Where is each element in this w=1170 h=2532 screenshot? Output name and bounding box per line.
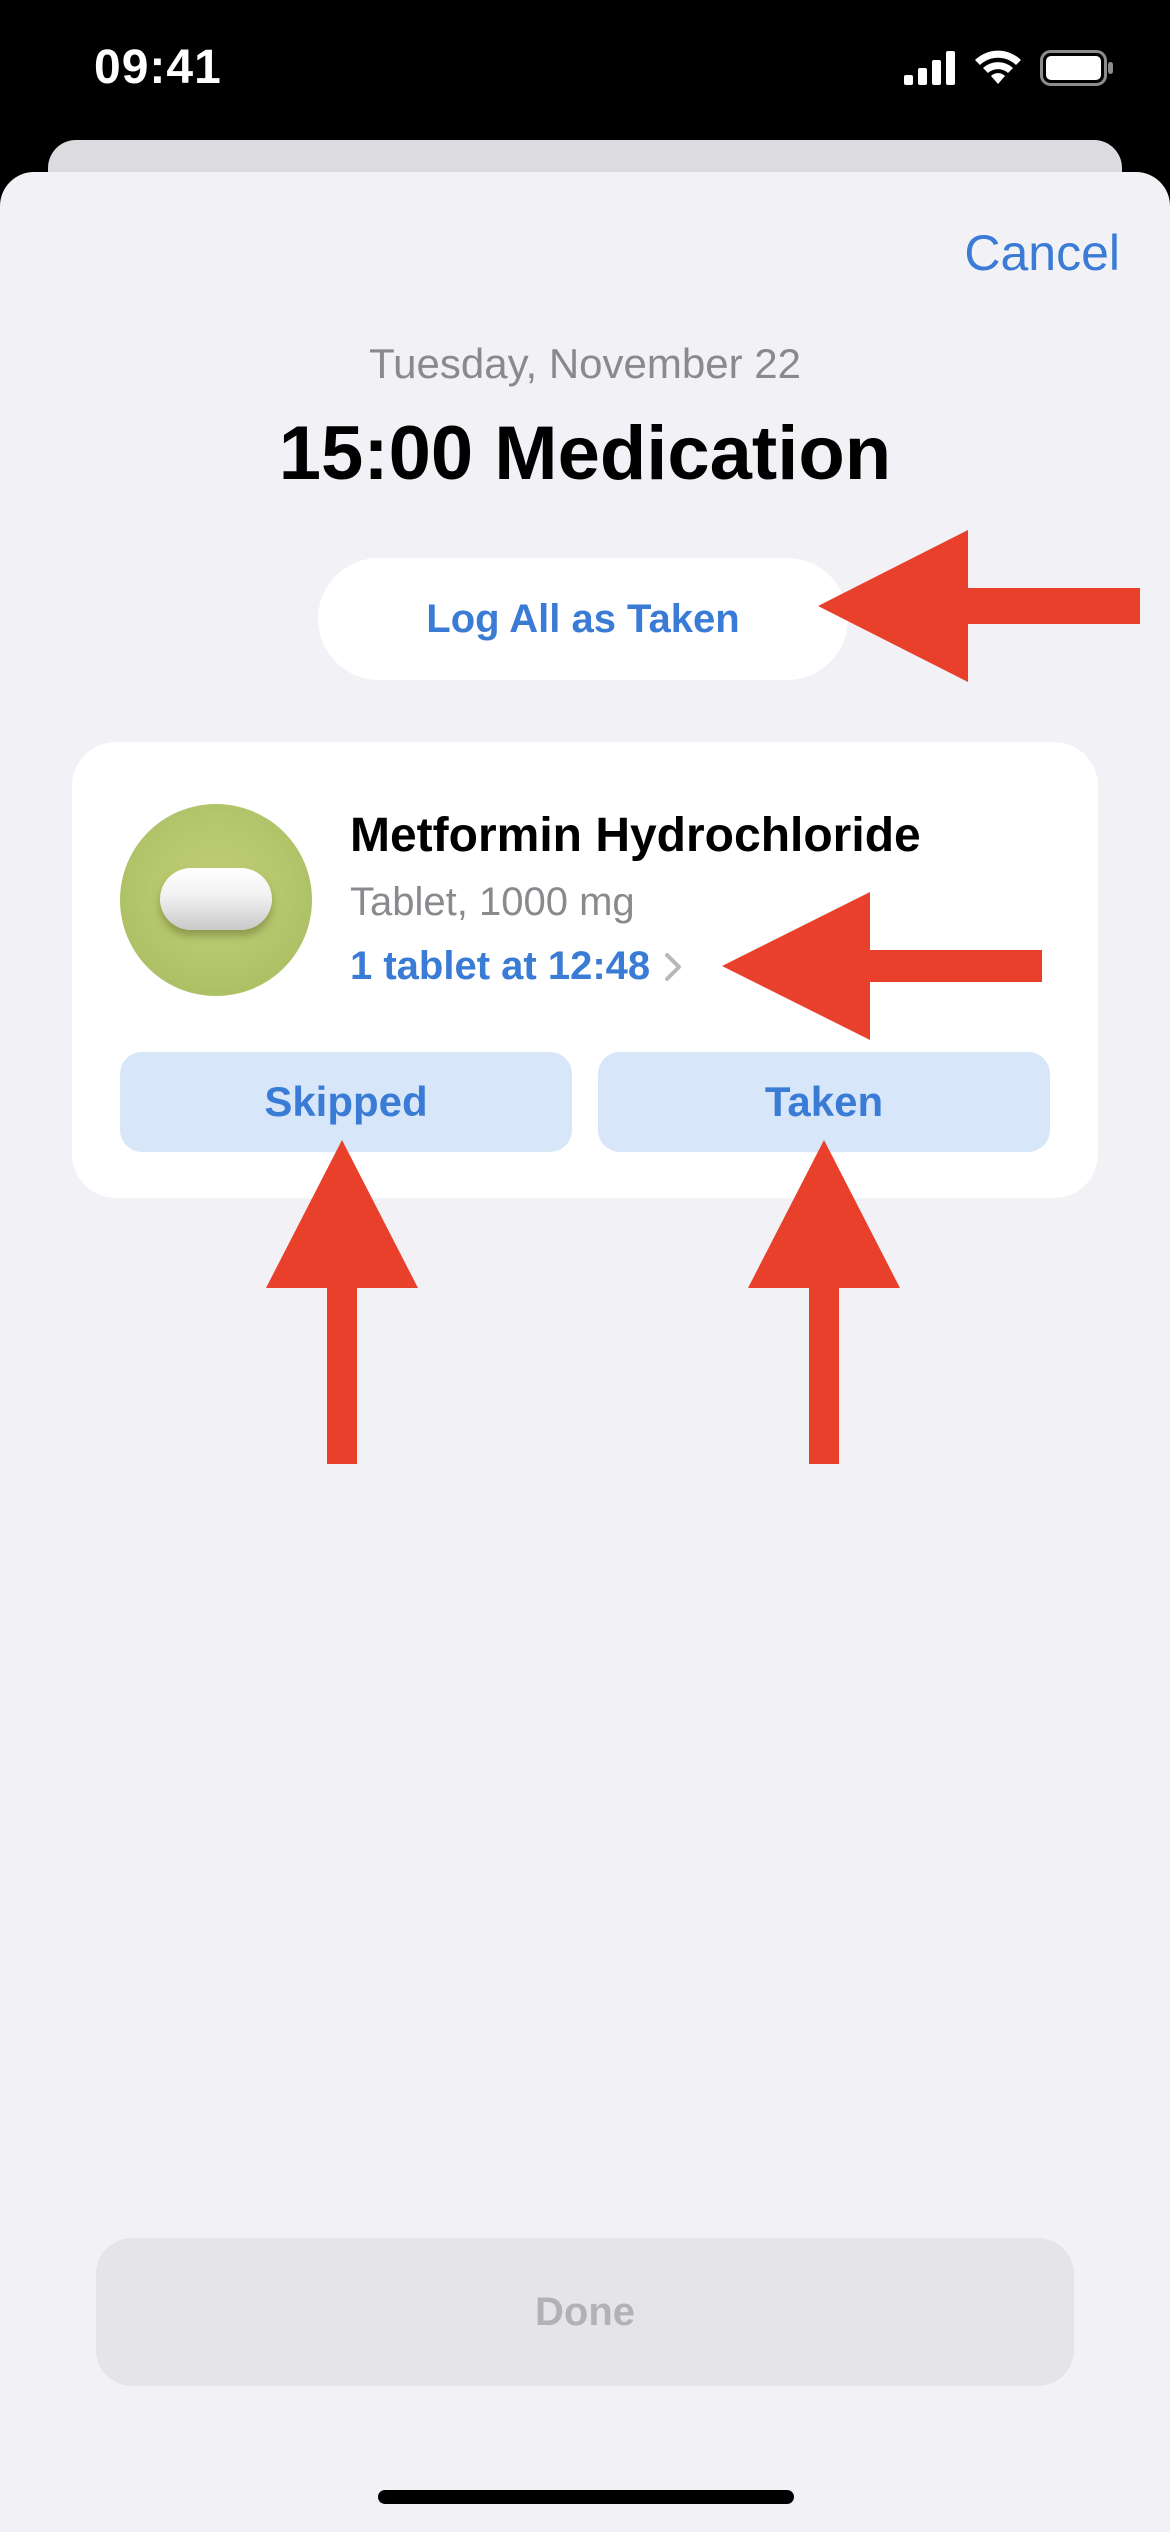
log-all-taken-button[interactable]: Log All as Taken — [318, 558, 848, 680]
chevron-right-icon — [664, 952, 682, 982]
battery-icon — [1040, 50, 1113, 86]
annotation-arrow-log-all — [818, 530, 1140, 682]
dose-time-link[interactable]: 1 tablet at 12:48 — [350, 944, 682, 989]
annotation-arrow-dose — [722, 892, 1042, 1040]
page-title: 15:00 Medication — [278, 411, 892, 496]
skipped-button[interactable]: Skipped — [120, 1052, 572, 1152]
status-bar: 09:41 — [0, 0, 1170, 140]
medication-form: Tablet, 1000 mg — [350, 880, 635, 924]
done-button[interactable]: Done — [96, 2238, 1074, 2386]
wifi-icon — [975, 50, 1021, 84]
pill-shape — [160, 868, 272, 930]
cancel-button[interactable]: Cancel — [964, 224, 1120, 282]
pill-icon — [120, 804, 312, 996]
dose-time-label: 1 tablet at 12:48 — [350, 944, 651, 988]
home-indicator[interactable] — [378, 2490, 794, 2504]
annotation-arrow-skipped — [266, 1140, 418, 1464]
status-time: 09:41 — [94, 41, 222, 94]
medication-log-sheet — [0, 172, 1170, 2532]
medication-name: Metformin Hydrochloride — [350, 809, 921, 862]
taken-button[interactable]: Taken — [598, 1052, 1050, 1152]
cellular-signal-icon — [904, 51, 955, 85]
annotation-arrow-taken — [748, 1140, 900, 1464]
status-icons — [904, 50, 1114, 86]
schedule-date: Tuesday, November 22 — [369, 340, 801, 387]
